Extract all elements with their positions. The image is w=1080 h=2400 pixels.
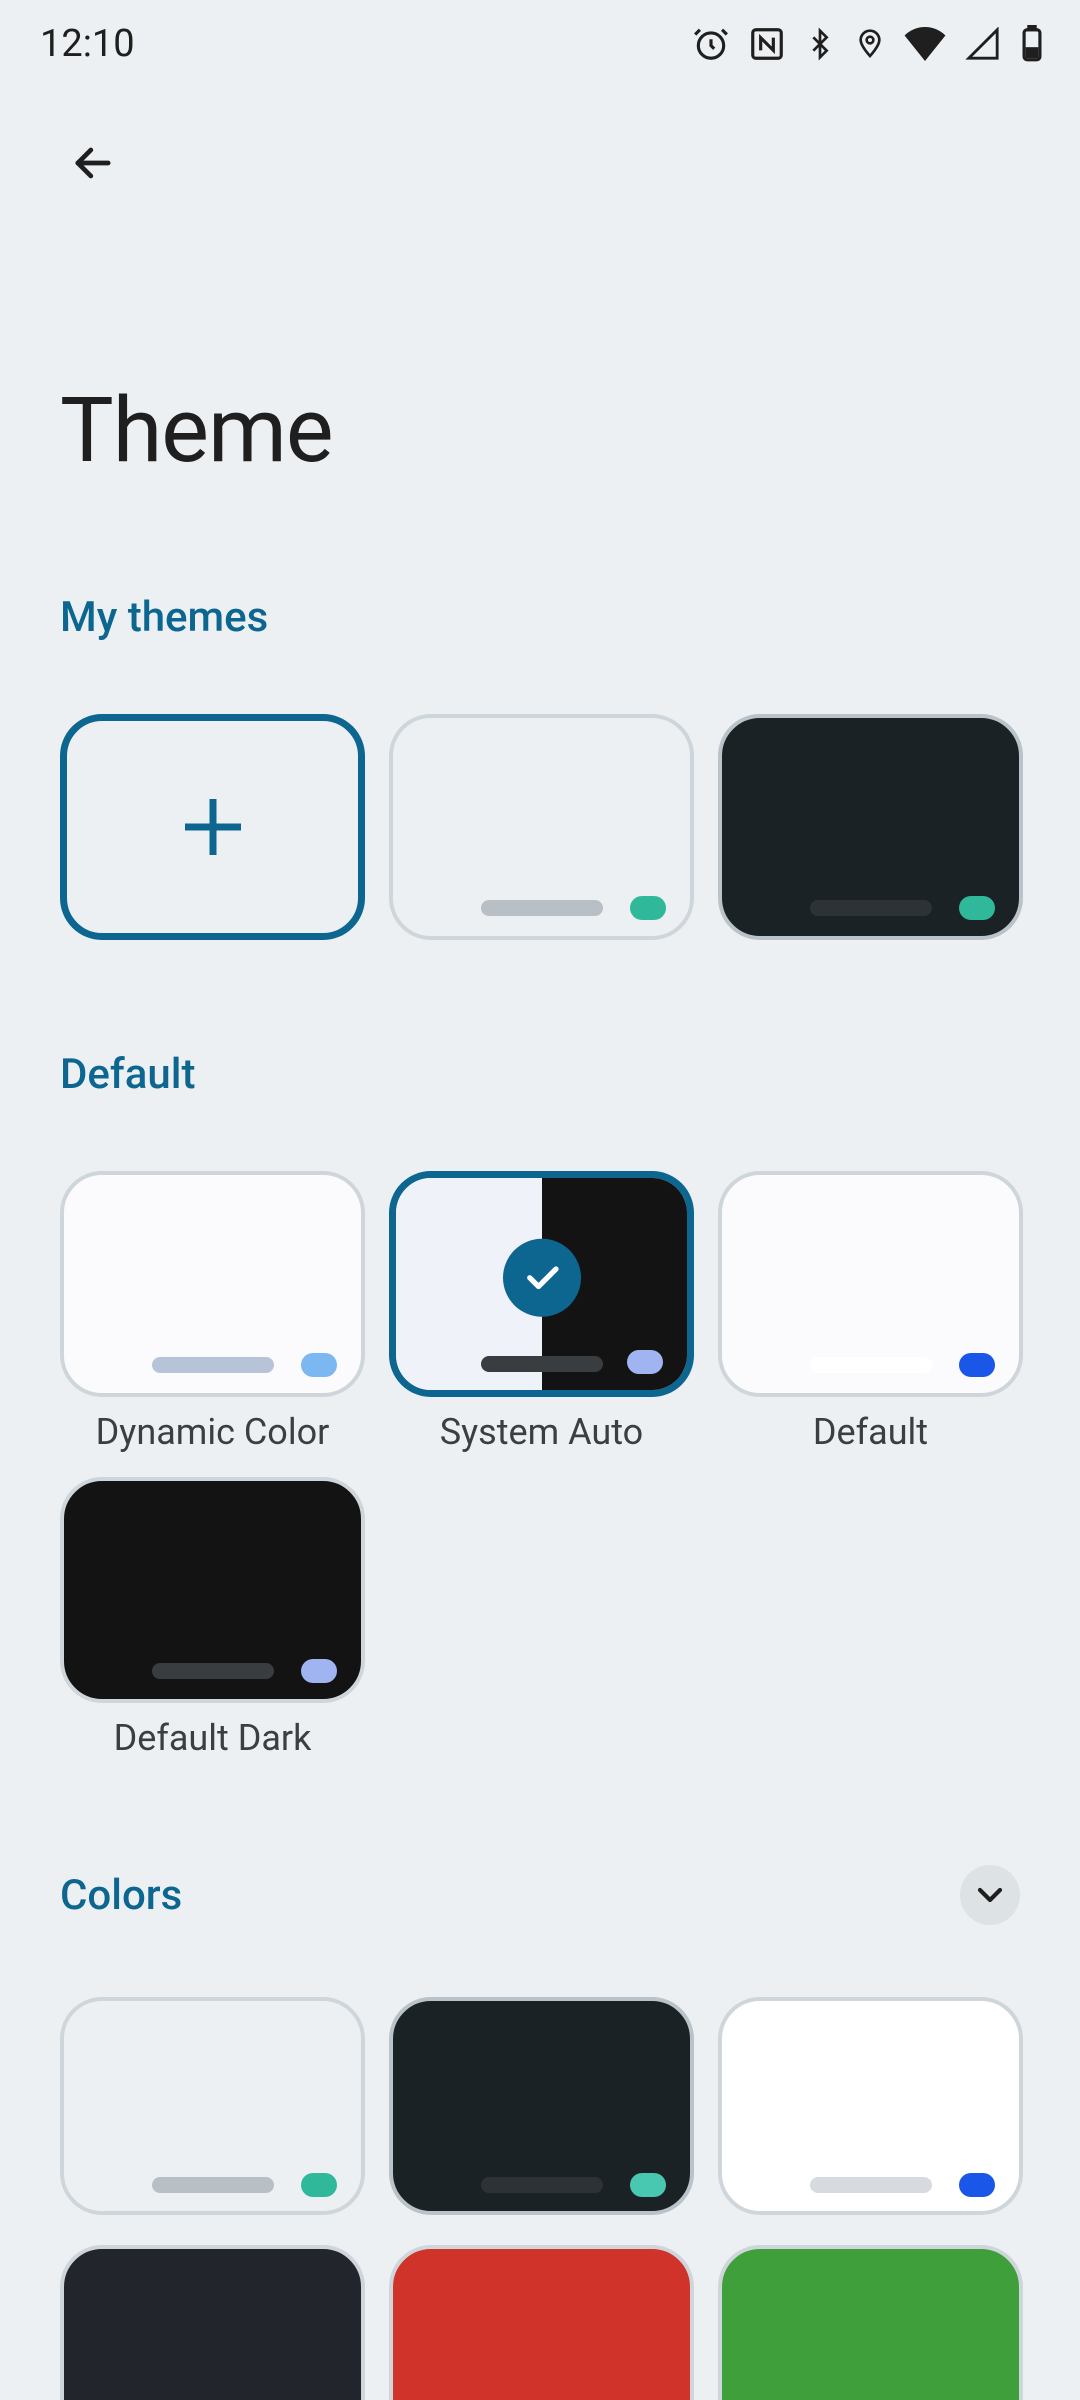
- theme-accent-dot: [630, 896, 666, 920]
- color-theme-dark-teal[interactable]: [389, 1997, 694, 2215]
- theme-preview-bar: [152, 1663, 274, 1679]
- my-theme-light[interactable]: [389, 714, 694, 940]
- color-theme-light-teal[interactable]: [60, 1997, 365, 2215]
- status-time: 12:10: [40, 22, 135, 66]
- check-icon: [521, 1257, 563, 1299]
- wifi-icon: [904, 27, 946, 61]
- theme-accent-dot: [959, 1353, 995, 1377]
- alarm-icon: [692, 25, 730, 63]
- theme-default[interactable]: [718, 1171, 1023, 1397]
- nfc-icon: [748, 25, 786, 63]
- theme-label: Dynamic Color: [96, 1411, 330, 1453]
- theme-preview-bar: [152, 2177, 274, 2193]
- theme-system-auto[interactable]: [389, 1171, 694, 1397]
- add-theme-button[interactable]: [60, 714, 365, 940]
- colors-grid-row2: [0, 2245, 1080, 2400]
- theme-dynamic-color[interactable]: [60, 1171, 365, 1397]
- theme-label: Default: [813, 1411, 928, 1453]
- arrow-left-icon: [67, 137, 119, 189]
- theme-default-dark[interactable]: [60, 1477, 365, 1703]
- section-header-my-themes: My themes: [60, 593, 1020, 642]
- color-theme-green[interactable]: [718, 2245, 1023, 2400]
- selected-check: [503, 1239, 581, 1317]
- color-theme-red[interactable]: [389, 2245, 694, 2400]
- my-theme-dark[interactable]: [718, 714, 1023, 940]
- my-themes-grid: [0, 714, 1080, 940]
- status-icons: [692, 25, 1044, 63]
- theme-accent-dot: [627, 1350, 663, 1374]
- theme-accent-dot: [959, 2173, 995, 2197]
- location-icon: [854, 25, 886, 63]
- theme-accent-dot: [301, 1659, 337, 1683]
- plus-icon: [171, 785, 255, 869]
- colors-grid-row1: [0, 1997, 1080, 2215]
- theme-accent-dot: [301, 1353, 337, 1377]
- cell-signal-icon: [964, 27, 1002, 61]
- default-themes-grid: Dynamic Color System Auto Default Defaul…: [0, 1171, 1080, 1759]
- theme-label: Default Dark: [114, 1717, 312, 1759]
- theme-label: System Auto: [440, 1411, 643, 1453]
- theme-preview-bar: [481, 2177, 603, 2193]
- theme-preview-bar: [810, 2177, 932, 2193]
- status-bar: 12:10: [0, 0, 1080, 88]
- section-header-colors: Colors: [60, 1871, 182, 1920]
- section-header-default: Default: [60, 1050, 1020, 1099]
- bluetooth-icon: [804, 25, 836, 63]
- back-button[interactable]: [58, 128, 128, 198]
- color-theme-white-blue[interactable]: [718, 1997, 1023, 2215]
- theme-accent-dot: [630, 2173, 666, 2197]
- theme-preview-bar: [481, 900, 603, 916]
- section-my-themes: My themes: [0, 593, 1080, 642]
- navbar: [0, 88, 1080, 198]
- section-default: Default: [0, 1050, 1080, 1099]
- battery-icon: [1020, 25, 1044, 63]
- theme-preview-bar: [810, 900, 932, 916]
- theme-accent-dot: [959, 896, 995, 920]
- theme-preview-bar: [810, 1357, 932, 1373]
- page-title: Theme: [0, 198, 1080, 483]
- theme-preview-bar: [152, 1357, 274, 1373]
- expand-colors-button[interactable]: [960, 1865, 1020, 1925]
- theme-accent-dot: [301, 2173, 337, 2197]
- color-theme-darkgrey-blue[interactable]: [60, 2245, 365, 2400]
- section-colors: Colors: [0, 1865, 1080, 1925]
- chevron-down-icon: [970, 1875, 1010, 1915]
